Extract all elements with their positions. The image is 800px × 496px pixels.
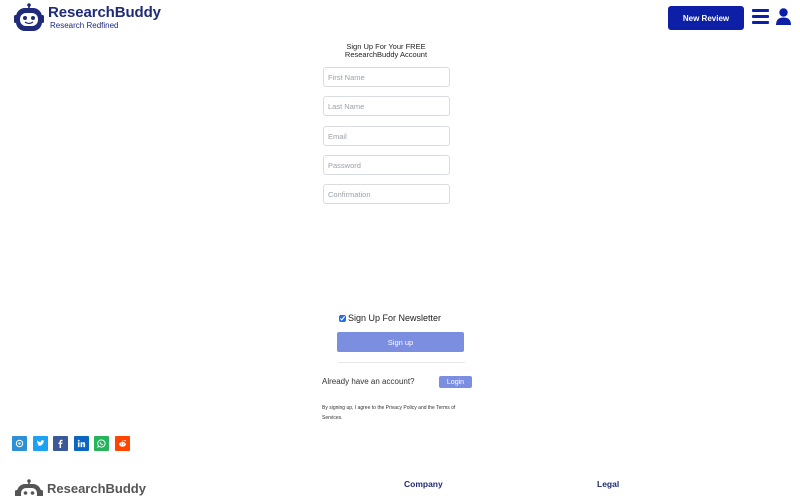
newsletter-option[interactable]: Sign Up For Newsletter [339, 313, 441, 323]
form-title: Sign Up For Your FREE ResearchBuddy Acco… [344, 42, 428, 59]
new-review-button[interactable]: New Review [668, 6, 744, 30]
last-name-field[interactable] [323, 96, 450, 116]
email-field[interactable] [323, 126, 450, 146]
twitter-icon [36, 440, 45, 447]
footer-company-heading: Company [404, 479, 443, 489]
footer-logo[interactable]: ResearchBuddy [13, 479, 146, 496]
reddit-icon [118, 439, 126, 447]
facebook-icon [58, 439, 63, 448]
password-field[interactable] [323, 155, 450, 175]
divider [338, 362, 465, 363]
share-linkedin-button[interactable] [73, 436, 89, 451]
share-facebook-button[interactable] [53, 436, 68, 451]
login-button[interactable]: Login [439, 376, 472, 388]
confirmation-field[interactable] [323, 184, 450, 204]
footer-legal-heading: Legal [597, 479, 620, 489]
robot-logo-icon [14, 3, 44, 31]
linkedin-icon [77, 439, 85, 448]
first-name-field[interactable] [323, 67, 450, 87]
newsletter-checkbox[interactable] [339, 314, 346, 322]
share-email-button[interactable] [12, 436, 27, 451]
footer-brand-name: ResearchBuddy [47, 481, 146, 496]
already-have-account-text: Already have an account? [322, 377, 415, 386]
newsletter-label: Sign Up For Newsletter [348, 313, 442, 323]
share-bar [12, 436, 135, 451]
robot-logo-icon [15, 479, 43, 496]
share-twitter-button[interactable] [32, 436, 48, 451]
whatsapp-icon [97, 439, 106, 448]
email-icon [15, 439, 24, 448]
terms-text: By signing up, I agree to the Privacy Po… [322, 405, 456, 421]
user-icon[interactable] [776, 8, 791, 25]
brand-name: ResearchBuddy [48, 4, 161, 21]
share-whatsapp-button[interactable] [94, 436, 109, 451]
signup-button[interactable]: Sign up [337, 332, 464, 352]
hamburger-menu-icon[interactable] [752, 9, 769, 24]
logo[interactable]: ResearchBuddy Research Redfined [12, 3, 161, 33]
share-reddit-button[interactable] [114, 436, 130, 451]
brand-tagline: Research Redfined [50, 21, 119, 30]
